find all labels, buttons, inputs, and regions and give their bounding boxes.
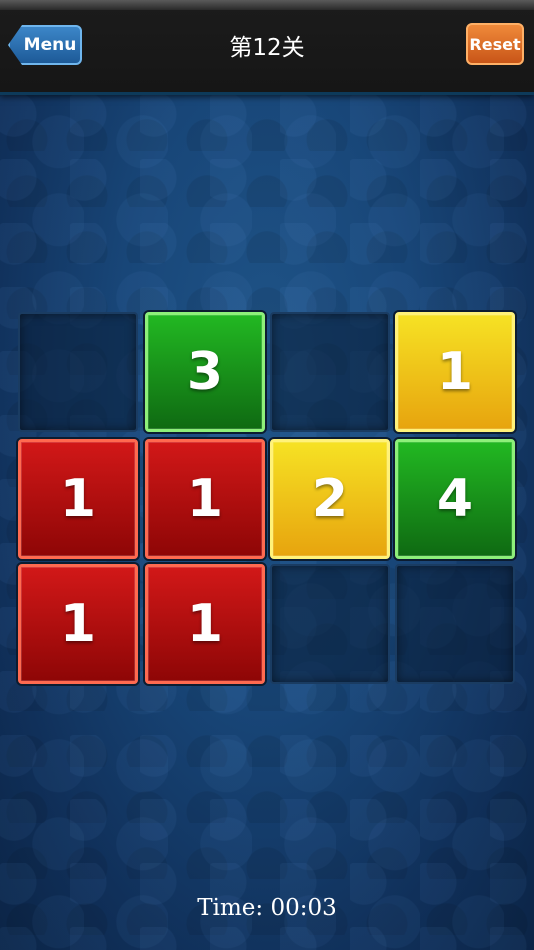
green-tile[interactable]: 4 — [395, 439, 515, 559]
yellow-tile[interactable]: 1 — [395, 312, 515, 432]
empty-cell — [395, 564, 515, 684]
reset-button[interactable]: Reset — [466, 23, 524, 65]
red-tile[interactable]: 1 — [18, 439, 138, 559]
top-bar: Menu 第12关 Reset — [0, 0, 534, 95]
green-tile[interactable]: 3 — [145, 312, 265, 432]
empty-cell — [18, 312, 138, 432]
red-tile[interactable]: 1 — [18, 564, 138, 684]
empty-cell — [270, 564, 390, 684]
level-title: 第12关 — [229, 35, 305, 61]
red-tile[interactable]: 1 — [145, 439, 265, 559]
empty-cell — [270, 312, 390, 432]
timer-label: Time: 00:03 — [197, 895, 337, 921]
red-tile[interactable]: 1 — [145, 564, 265, 684]
yellow-tile[interactable]: 2 — [270, 439, 390, 559]
